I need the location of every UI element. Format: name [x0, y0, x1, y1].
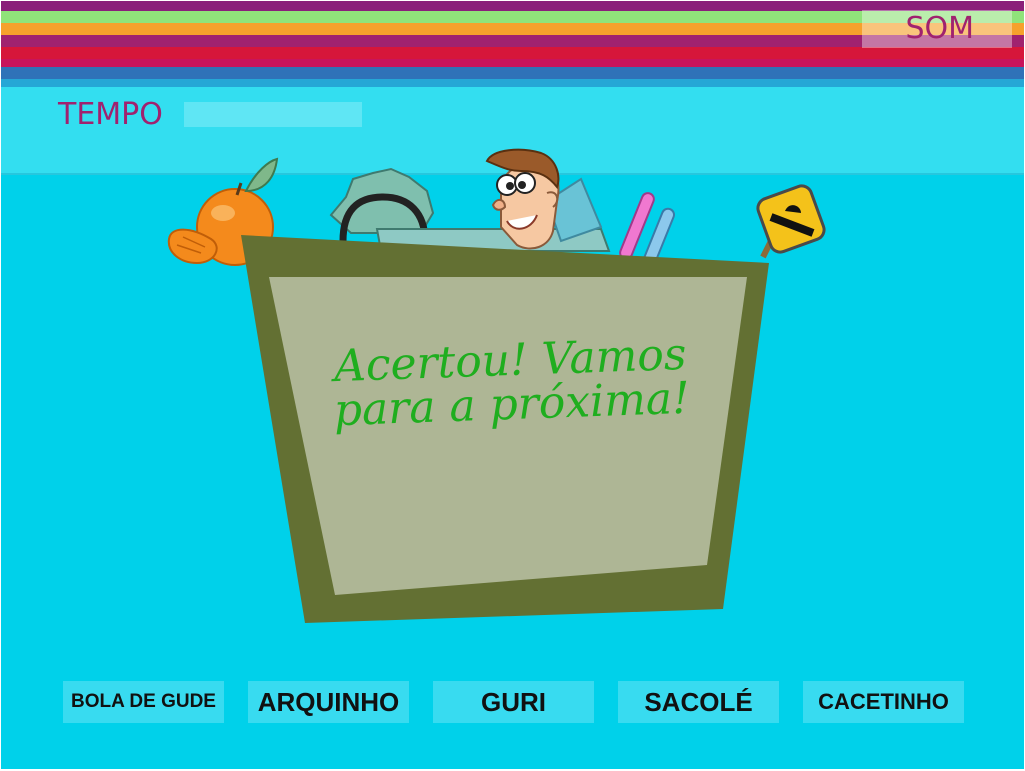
popsicle-icon: [619, 192, 675, 267]
answer-button-guri[interactable]: GURI: [433, 681, 594, 723]
game-stage: SOM TEMPO Acertou! Vamos para a próxima!…: [1, 1, 1024, 769]
answer-button-bola-de-gude[interactable]: BOLA DE GUDE: [63, 681, 224, 723]
sound-toggle-button[interactable]: SOM: [862, 10, 1012, 48]
answer-button-cacetinho[interactable]: CACETINHO: [803, 681, 964, 723]
board-inner: [269, 277, 747, 595]
answer-button-sacole[interactable]: SACOLÉ: [618, 681, 779, 723]
feedback-message: Acertou! Vamos para a próxima!: [332, 328, 691, 437]
gear-icon: [329, 167, 435, 242]
kite-shape: [545, 177, 603, 243]
time-progress-bar: [184, 102, 362, 127]
time-label: TEMPO: [58, 97, 163, 132]
kite-shape: [375, 228, 611, 252]
road-sign-icon: [756, 184, 826, 259]
answer-button-arquinho[interactable]: ARQUINHO: [248, 681, 409, 723]
